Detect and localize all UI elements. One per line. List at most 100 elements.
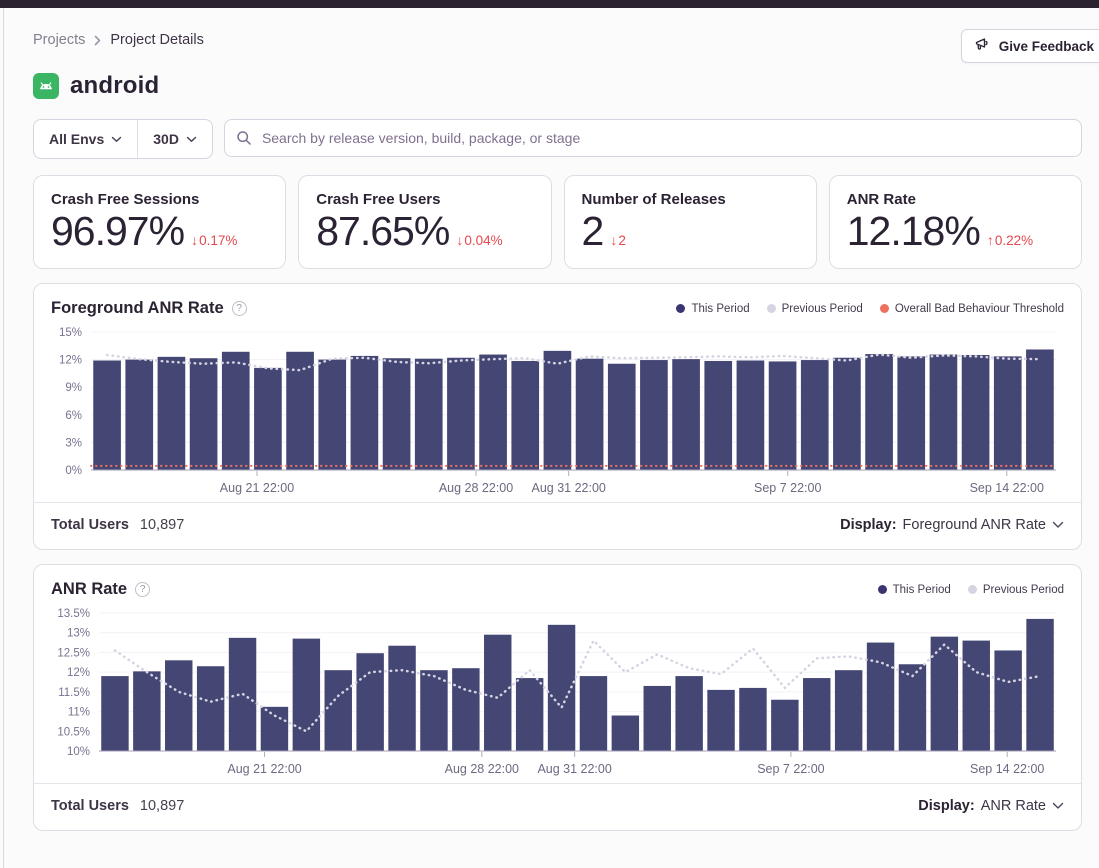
total-users-label: Total Users <box>51 517 129 533</box>
chart-bar[interactable] <box>769 361 797 470</box>
chart-bar[interactable] <box>388 646 415 751</box>
chart-bar[interactable] <box>325 670 352 751</box>
legend-dot-icon <box>880 304 889 313</box>
legend-item[interactable]: Previous Period <box>968 584 1064 596</box>
chart-bar[interactable] <box>739 688 766 751</box>
chart-bar[interactable] <box>544 351 572 470</box>
legend-item[interactable]: Previous Period <box>767 303 863 315</box>
chart-bar[interactable] <box>897 356 925 470</box>
chart-bar[interactable] <box>356 653 383 751</box>
chart-bar[interactable] <box>133 671 160 751</box>
chart-bar[interactable] <box>222 352 250 470</box>
chart-bar[interactable] <box>707 690 734 751</box>
legend-label: Previous Period <box>983 584 1064 596</box>
chart-bar[interactable] <box>994 650 1021 751</box>
x-axis-tick-label: Aug 31 22:00 <box>531 481 605 495</box>
chart-bar[interactable] <box>865 354 893 470</box>
chart-bar[interactable] <box>420 670 447 751</box>
chart-bar[interactable] <box>484 635 511 751</box>
legend-item[interactable]: This Period <box>878 584 951 596</box>
chart-bar[interactable] <box>511 361 539 470</box>
chart-bar[interactable] <box>1026 619 1053 751</box>
chart-title: Foreground ANR Rate <box>51 299 224 318</box>
anr-rate-chart: 10%10.5%11%11.5%12%12.5%13%13.5%Aug 21 2… <box>34 601 1081 783</box>
environment-filter-dropdown[interactable]: All Envs <box>34 120 137 158</box>
stat-card-number-of-releases: Number of Releases 2 ↓2 <box>564 175 817 269</box>
stat-label: Crash Free Users <box>316 191 533 208</box>
chart-bar[interactable] <box>351 356 379 470</box>
help-icon[interactable]: ? <box>232 301 247 316</box>
legend-item[interactable]: This Period <box>676 303 749 315</box>
chart-bar[interactable] <box>447 358 475 470</box>
display-value: Foreground ANR Rate <box>903 517 1046 533</box>
y-axis-tick-label: 12% <box>59 355 82 367</box>
x-axis-tick-label: Aug 28 22:00 <box>445 762 519 776</box>
chart-bar[interactable] <box>576 359 604 470</box>
help-icon[interactable]: ? <box>135 582 150 597</box>
chart-bar[interactable] <box>383 358 411 470</box>
stat-card-crash-free-sessions: Crash Free Sessions 96.97% ↓0.17% <box>33 175 286 269</box>
chart-bar[interactable] <box>994 356 1022 470</box>
chart-bar[interactable] <box>318 360 346 470</box>
x-axis-tick-label: Sep 7 22:00 <box>757 762 824 776</box>
chart-bar[interactable] <box>704 361 732 470</box>
y-axis-tick-label: 13% <box>67 628 90 640</box>
legend-label: Previous Period <box>782 303 863 315</box>
chart-bar[interactable] <box>479 355 507 470</box>
chart-bar[interactable] <box>644 686 671 751</box>
chart-bar[interactable] <box>165 660 192 751</box>
chart-bar[interactable] <box>672 359 700 470</box>
chart-bar[interactable] <box>771 700 798 751</box>
stat-value: 12.18% <box>847 210 980 253</box>
chart-bar[interactable] <box>293 639 320 751</box>
display-dropdown[interactable]: Display: Foreground ANR Rate <box>840 517 1064 533</box>
chart-bar[interactable] <box>1026 349 1054 470</box>
chart-bar[interactable] <box>190 358 218 470</box>
stat-value: 87.65% <box>316 210 449 253</box>
date-range-dropdown[interactable]: 30D <box>137 120 212 158</box>
environment-filter-label: All Envs <box>49 131 104 147</box>
x-axis-tick-label: Sep 14 22:00 <box>970 481 1044 495</box>
total-users: Total Users 10,897 <box>51 517 184 533</box>
chart-bar[interactable] <box>801 360 829 470</box>
legend-item[interactable]: Overall Bad Behaviour Threshold <box>880 303 1064 315</box>
x-axis-tick-label: Aug 28 22:00 <box>439 481 513 495</box>
chart-bar[interactable] <box>261 707 288 751</box>
chart-bar[interactable] <box>415 359 443 470</box>
chart-bar[interactable] <box>803 678 830 751</box>
foreground-anr-rate-chart: 0%3%6%9%12%15%Aug 21 22:00Aug 28 22:00Au… <box>34 320 1081 502</box>
chart-bar[interactable] <box>516 678 543 751</box>
chart-bar[interactable] <box>612 716 639 751</box>
foreground-anr-rate-panel: Foreground ANR Rate ? This Period Previou… <box>33 283 1082 550</box>
chart-bar[interactable] <box>963 641 990 751</box>
chart-bar[interactable] <box>833 358 861 470</box>
give-feedback-button[interactable]: Give Feedback <box>961 29 1099 63</box>
chart-bar[interactable] <box>640 360 668 470</box>
chart-bar[interactable] <box>452 668 479 751</box>
display-value: ANR Rate <box>981 798 1046 814</box>
display-dropdown[interactable]: Display: ANR Rate <box>918 798 1064 814</box>
legend-label: This Period <box>691 303 749 315</box>
chart-bar[interactable] <box>197 666 224 751</box>
legend-dot-icon <box>968 585 977 594</box>
chart-bar[interactable] <box>737 361 765 470</box>
y-axis-tick-label: 12.5% <box>57 647 90 659</box>
chart-bar[interactable] <box>158 357 186 470</box>
chart-bar[interactable] <box>93 361 121 470</box>
breadcrumb-projects-link[interactable]: Projects <box>33 32 85 48</box>
chart-bar[interactable] <box>254 368 282 470</box>
search-input[interactable] <box>224 119 1082 157</box>
chart-bar[interactable] <box>608 364 636 470</box>
chart-bar[interactable] <box>125 360 153 470</box>
chart-bar[interactable] <box>835 670 862 751</box>
chart-bar[interactable] <box>675 676 702 751</box>
chart-bar[interactable] <box>962 355 990 470</box>
chart-bar[interactable] <box>930 355 958 470</box>
chart-bar[interactable] <box>580 676 607 751</box>
chart-bar[interactable] <box>931 637 958 751</box>
chart-bar[interactable] <box>101 676 128 751</box>
chart-bar[interactable] <box>867 643 894 751</box>
stat-label: Crash Free Sessions <box>51 191 268 208</box>
legend-dot-icon <box>676 304 685 313</box>
chart-legend: This Period Previous Period <box>878 584 1064 596</box>
